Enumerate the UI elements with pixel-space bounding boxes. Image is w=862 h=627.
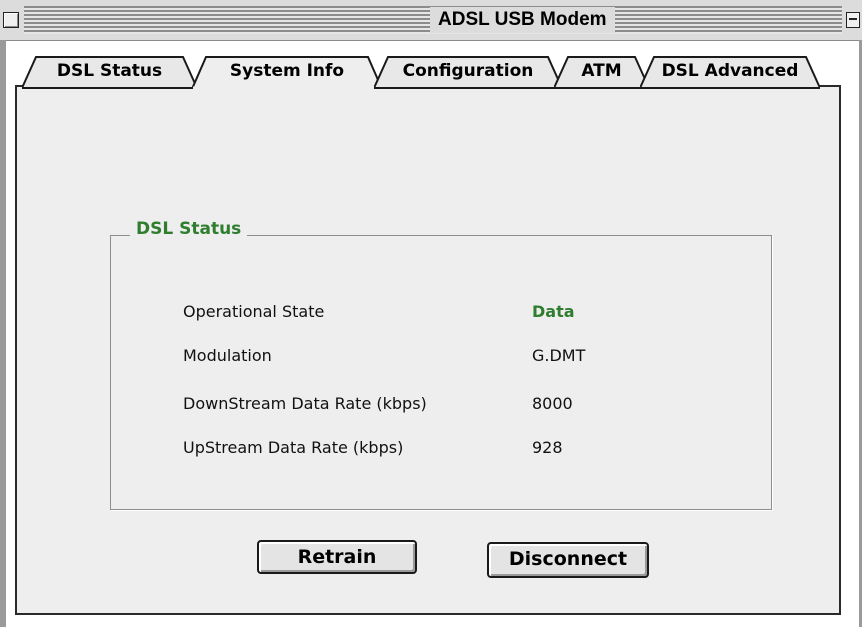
tab-system-info[interactable]: System Info: [192, 55, 382, 89]
downstream-rate-value: 8000: [532, 394, 573, 413]
app-window: ADSL USB Modem DSL Status System Info Co…: [0, 0, 862, 627]
upstream-rate-label: UpStream Data Rate (kbps): [183, 438, 404, 457]
window-title: ADSL USB Modem: [430, 7, 615, 33]
modulation-label: Modulation: [183, 346, 272, 365]
tab-label: DSL Status: [56, 61, 163, 81]
tab-dsl-advanced[interactable]: DSL Advanced: [640, 55, 820, 89]
window-left-edge: [0, 40, 6, 627]
operational-state-value: Data: [532, 302, 575, 321]
upstream-rate-value: 928: [532, 438, 563, 457]
tab-dsl-status[interactable]: DSL Status: [22, 55, 197, 89]
tab-label: Configuration: [402, 61, 534, 81]
disconnect-button[interactable]: Disconnect: [487, 542, 649, 578]
dsl-status-group: [110, 235, 772, 510]
collapse-box-icon[interactable]: [846, 12, 860, 28]
group-title: DSL Status: [130, 217, 248, 241]
retrain-button[interactable]: Retrain: [257, 540, 417, 574]
tab-atm[interactable]: ATM: [554, 55, 649, 89]
title-bar[interactable]: ADSL USB Modem: [0, 0, 862, 41]
tab-label: System Info: [229, 61, 345, 81]
tab-label: ATM: [581, 61, 622, 81]
tab-configuration[interactable]: Configuration: [374, 55, 562, 89]
modulation-value: G.DMT: [532, 346, 586, 365]
downstream-rate-label: DownStream Data Rate (kbps): [183, 394, 427, 413]
tab-bar: DSL Status System Info Configuration ATM: [22, 55, 822, 89]
operational-state-label: Operational State: [183, 302, 325, 321]
tab-label: DSL Advanced: [661, 61, 799, 81]
close-box-icon[interactable]: [3, 12, 19, 28]
